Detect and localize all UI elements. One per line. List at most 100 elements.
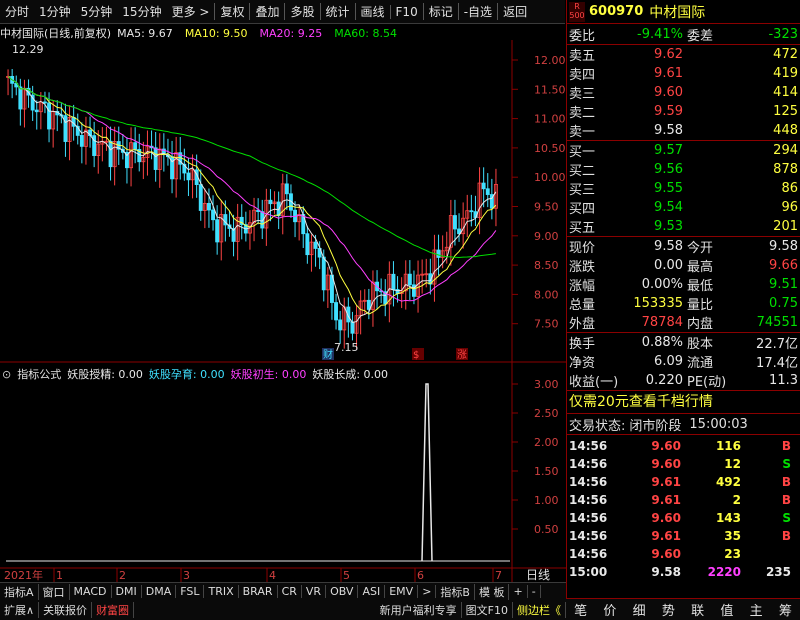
candle-body (469, 210, 474, 213)
ma-label: MA20: 9.25 (259, 26, 323, 40)
quote-fundamentals: 换手 0.88% 股本 22.7亿 净资 6.09 流通 17.4亿 收益(一) 0.220 PE(… (567, 333, 800, 390)
side-nav-item[interactable]: 联 (691, 600, 704, 619)
indicator-tab[interactable]: + (509, 585, 528, 598)
book-row: 卖四 9.61 419 (569, 66, 798, 83)
indicator-tab[interactable]: OBV (326, 585, 359, 598)
indicator-label: 妖股初生: 0.00 (230, 368, 307, 381)
toolbar-item[interactable]: 返回 (497, 3, 532, 20)
candle-body (79, 135, 84, 147)
toolbar-item[interactable]: F10 (389, 4, 423, 19)
indicator-tab[interactable]: 模 板 (475, 583, 510, 600)
toolbar-item[interactable]: 叠加 (249, 3, 284, 20)
weibi-row: 委比 -9.41% 委差 -323 (569, 26, 798, 44)
indicator-tab[interactable]: DMA (142, 585, 177, 598)
fundamental-row: 收益(一) 0.220 PE(动) 11.3 (569, 373, 798, 390)
book-row: 买三 9.55 86 (569, 181, 798, 198)
ind-tick-label: 1.50 (534, 465, 559, 478)
indicator-spike (421, 383, 433, 562)
ind-tick-label: 0.50 (534, 523, 559, 536)
candle-body (436, 249, 441, 258)
toolbar-item[interactable]: -自选 (457, 3, 497, 20)
time-label: 6 (417, 569, 424, 582)
toolbar-item[interactable]: 15分钟 (117, 3, 166, 20)
side-nav-item[interactable]: 价 (603, 600, 616, 619)
side-nav-item[interactable]: 细 (633, 600, 646, 619)
candle-body (211, 209, 215, 221)
candle-body (334, 302, 338, 321)
status-tab[interactable]: 关联报价 (39, 602, 93, 618)
kline-chart[interactable]: 12.0011.5011.0010.5010.009.509.008.508.0… (0, 40, 566, 582)
indicator-tab[interactable]: DMI (112, 585, 142, 598)
toolbar-item[interactable]: 更多 > (167, 3, 215, 20)
side-nav-item[interactable]: 笔 (574, 600, 587, 619)
status-link[interactable]: 新用户福利专享 (376, 602, 462, 618)
indicator-tab[interactable]: MACD (70, 585, 112, 598)
indicator-tab[interactable]: 指标A (0, 583, 39, 600)
toolbar-item[interactable]: 标记 (422, 3, 458, 20)
period-label: 日线 (526, 568, 550, 582)
candle-body (215, 219, 220, 243)
quote-row: 总量 153335 量比 0.75 (569, 296, 798, 313)
status-link[interactable]: 图文F10 (462, 602, 513, 618)
quote-panel: R 500 600970 中材国际 委比 -9.41% 委差 -323 卖五 9.6… (566, 0, 800, 620)
candle-body (34, 109, 39, 113)
book-row: 买四 9.54 96 (569, 200, 798, 217)
side-nav-item[interactable]: 值 (720, 600, 733, 619)
indicator-tab[interactable]: BRAR (239, 585, 278, 598)
toolbar-item[interactable]: 多股 (284, 3, 319, 20)
quote-stats: 现价 9.58 今开 9.58 涨跌 0.00 最高 9.66 涨幅 0.00% 最低 9.51 总量 1… (567, 237, 800, 332)
trade-state: 交易状态: 闭市阶段 15:00:03 (569, 416, 748, 434)
time-label: 4 (269, 569, 276, 582)
toolbar-item[interactable]: 统计 (319, 3, 355, 20)
candle-body (305, 233, 310, 256)
status-tab[interactable]: 扩展∧ (0, 602, 40, 618)
side-nav-item[interactable]: 势 (662, 600, 675, 619)
time-label: 3 (183, 569, 190, 582)
indicator-toggle-icon[interactable]: ⊙ (2, 368, 11, 381)
indicator-tab[interactable]: CR (278, 585, 302, 598)
indicator-tab[interactable]: FSL (176, 585, 205, 598)
indicator-tab[interactable]: EMV (385, 585, 419, 598)
indicator-label: 妖股长成: 0.00 (312, 368, 389, 381)
ma-label: MA5: 9.67 (117, 26, 173, 40)
indicator-tab[interactable]: VR (302, 585, 327, 598)
status-tab[interactable]: 财富圈 (92, 602, 135, 618)
indicator-title: 指标公式 (17, 368, 62, 381)
toolbar-item[interactable]: 1分钟 (34, 3, 76, 20)
ma-line-60 (7, 76, 496, 259)
side-nav: 笔价细势联值主筹 (566, 598, 800, 620)
tick-list: 14:56 9.60 116 B 14:56 9.60 12 S 14:56 9.61 492 B 14… (567, 435, 800, 581)
candle-body (153, 147, 158, 170)
quote-row: 外盘 78784 内盘 74551 (569, 315, 798, 332)
toolbar-item[interactable]: 复权 (214, 3, 249, 20)
status-link[interactable]: 侧边栏《 (513, 602, 566, 618)
indicator-tab[interactable]: 窗口 (39, 583, 70, 600)
indicator-tab[interactable]: 指标B (436, 583, 475, 600)
candle-body (268, 199, 273, 205)
y-tick-label: 7.50 (534, 318, 559, 331)
book-row: 卖三 9.60 414 (569, 85, 798, 102)
indicator-tab[interactable]: ASI (358, 585, 386, 598)
indicator-tab[interactable]: > (418, 585, 437, 598)
tick-row: 14:56 9.60 23 (569, 547, 741, 561)
ind-tick-label: 2.50 (534, 407, 559, 420)
toolbar-item[interactable]: 画线 (354, 3, 390, 20)
time-label: 1 (56, 569, 63, 582)
candle-body (313, 241, 318, 249)
indicator-tab[interactable]: TRIX (204, 585, 239, 598)
book-row: 买二 9.56 878 (569, 162, 798, 179)
tick-row: 14:56 9.60 116 B (569, 439, 791, 453)
stock-code: 600970 (589, 4, 644, 19)
indicator-tabs: 指标A 窗口 MACD DMI DMA FSL TRIX BRAR CR VR OBV ASI EMV >… (0, 582, 566, 600)
side-nav-item[interactable]: 主 (750, 600, 763, 619)
indicator-tab[interactable]: - (528, 585, 541, 598)
toolbar-item[interactable]: 5分钟 (76, 3, 118, 20)
side-nav-item[interactable]: 筹 (779, 600, 792, 619)
time-label: 5 (343, 569, 350, 582)
promo-link[interactable]: 仅需20元查看千档行情 (567, 391, 800, 413)
candle-body (198, 184, 203, 211)
candle-body (206, 202, 211, 211)
ind-tick-label: 2.00 (534, 436, 559, 449)
candle-body (18, 86, 23, 110)
toolbar-item[interactable]: 分时 (0, 3, 34, 20)
